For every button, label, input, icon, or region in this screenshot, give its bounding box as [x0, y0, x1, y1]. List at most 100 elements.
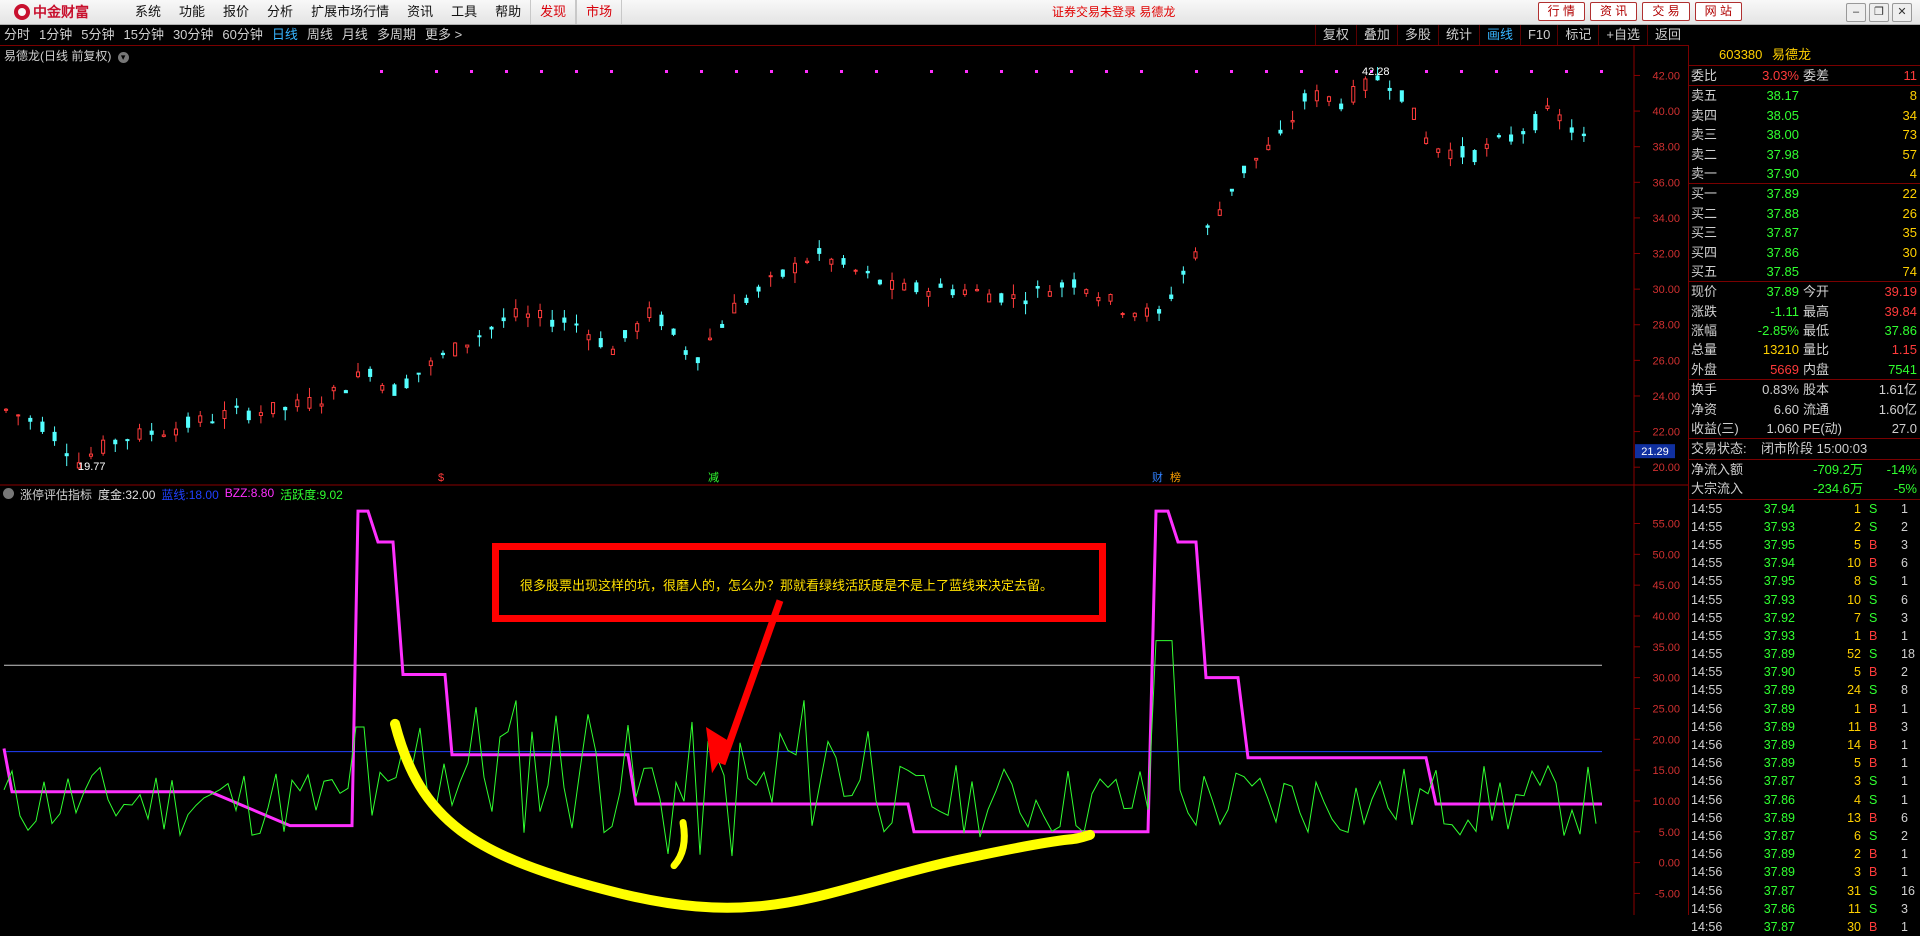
tick-count: 1: [1901, 701, 1908, 716]
quote-row: 卖四 38.05 34: [1689, 106, 1920, 125]
menu-item[interactable]: 扩展市场行情: [302, 0, 398, 24]
tick-time: 14:55: [1691, 592, 1723, 607]
candle-body: [1521, 131, 1526, 135]
restore-icon[interactable]: ❐: [1869, 3, 1889, 22]
menu-item-highlight[interactable]: 市场: [576, 0, 623, 24]
tick-price: 37.89: [1763, 738, 1795, 753]
quote-value-2: 74: [1902, 263, 1917, 279]
chart-tool-button[interactable]: 返回: [1646, 25, 1688, 45]
top-button[interactable]: 行 情: [1537, 2, 1585, 21]
candle-body: [1047, 291, 1052, 297]
tick-row: 14:55 37.92 7 S 3: [1689, 609, 1920, 627]
tick-side: B: [1869, 665, 1878, 680]
indicator-y-label: 20.00: [1652, 734, 1680, 746]
chart-tool-button[interactable]: 标记: [1557, 25, 1598, 45]
menu-item-highlight[interactable]: 发现: [530, 0, 577, 24]
menu-item[interactable]: 工具: [442, 0, 486, 24]
candle-body: [1059, 282, 1065, 288]
tick-side: S: [1869, 683, 1878, 698]
top-button[interactable]: 资 讯: [1589, 2, 1638, 21]
candle-body: [1569, 127, 1574, 133]
candle-body: [1351, 85, 1356, 103]
candle-body: [125, 439, 130, 442]
candle-body: [246, 410, 251, 421]
tick-side: B: [1869, 738, 1878, 753]
candle-body: [1472, 150, 1477, 163]
menu-item[interactable]: 功能: [170, 0, 214, 24]
chart-tool-button[interactable]: 叠加: [1355, 25, 1397, 45]
period-tab[interactable]: 月线: [342, 25, 368, 45]
tick-count: 1: [1901, 792, 1908, 807]
top-buttons: 行 情资 讯交 易网 站: [1537, 2, 1742, 21]
top-button[interactable]: 交 易: [1642, 2, 1690, 21]
quote-label: 涨跌: [1691, 303, 1718, 319]
menu-item[interactable]: 报价: [214, 0, 258, 24]
quote-label: 买四: [1691, 244, 1718, 260]
period-tab[interactable]: 分时: [4, 25, 30, 45]
period-tab[interactable]: 日线: [272, 25, 298, 45]
candle-body: [173, 428, 178, 436]
login-notice[interactable]: 证券交易未登录 易德龙: [1052, 0, 1175, 24]
period-tab[interactable]: 30分钟: [173, 25, 213, 45]
signal-dot: [965, 70, 968, 73]
webi-label: 委比: [1691, 68, 1718, 83]
menu-item[interactable]: 分析: [258, 0, 302, 24]
quote-label-2: 流通: [1803, 401, 1830, 417]
chart-tool-button[interactable]: 统计: [1437, 25, 1479, 45]
tick-volume: 2: [1854, 519, 1861, 534]
flow-value: -709.2万: [1813, 461, 1863, 477]
quote-row: 买五 37.85 74: [1689, 262, 1920, 281]
tick-time: 14:56: [1691, 828, 1723, 843]
candle-body: [538, 309, 543, 319]
candle-body: [1072, 279, 1077, 288]
low-label: 19.77: [78, 461, 106, 473]
menu-item[interactable]: 帮助: [486, 0, 530, 24]
period-tab[interactable]: 更多 >: [425, 25, 462, 45]
chart-tool-button[interactable]: 复权: [1314, 25, 1356, 45]
candle-body: [853, 269, 858, 272]
tick-price: 37.87: [1763, 828, 1795, 843]
candle-body: [1363, 78, 1368, 91]
menu-item[interactable]: 资讯: [398, 0, 442, 24]
chart-tool-button[interactable]: +自选: [1598, 25, 1647, 45]
indicator-collapse-icon[interactable]: [3, 488, 14, 499]
tick-volume: 5: [1854, 537, 1861, 552]
period-tab[interactable]: 60分钟: [222, 25, 262, 45]
flow-row: 净流入额 -709.2万 -14%: [1689, 460, 1920, 479]
chart-tool-button[interactable]: F10: [1519, 25, 1557, 45]
tick-volume: 7: [1854, 610, 1861, 625]
candle-body: [1448, 149, 1453, 160]
candle-body: [780, 269, 785, 277]
minimize-icon[interactable]: –: [1846, 3, 1866, 22]
period-tab[interactable]: 1分钟: [39, 25, 72, 45]
tick-list[interactable]: 14:55 37.94 1 S 1 14:55 37.93 2 S 2 14:55 37.95 5 B 3 1…: [1689, 500, 1920, 936]
chart-tool-button[interactable]: 画线: [1478, 25, 1520, 45]
tick-price: 37.89: [1763, 647, 1795, 662]
period-tab[interactable]: 多周期: [377, 25, 416, 45]
candle-body: [1533, 114, 1538, 131]
chart-tools: 复权 叠加 多股 统计 画线 F10 标记 +自选 返回: [1314, 25, 1688, 45]
indicator-params: 度金:32.00 蓝线:18.00 BZZ:8.80 活跃度:9.02: [98, 486, 343, 503]
tick-price: 37.94: [1763, 501, 1795, 516]
top-button[interactable]: 网 站: [1694, 2, 1742, 21]
candle-body: [88, 453, 94, 457]
event-mark: 财: [1152, 470, 1163, 484]
tick-row: 14:55 37.94 10 B 6: [1689, 554, 1920, 572]
period-tab[interactable]: 5分钟: [81, 25, 114, 45]
quote-row: 涨幅 -2.85% 最低 37.86: [1689, 321, 1920, 340]
quote-label: 卖三: [1691, 127, 1718, 143]
period-tab[interactable]: 15分钟: [123, 25, 163, 45]
quote-row: 外盘 5669 内盘 7541: [1689, 360, 1920, 379]
candle-body: [319, 403, 324, 407]
signal-dot: [470, 70, 473, 73]
bid-book: 买一 37.89 22 买二 37.88 26 买三 37.87 35 买四 37.86 30 买五 37…: [1689, 184, 1920, 283]
signal-dot: [700, 70, 703, 73]
menu-item[interactable]: 系统: [126, 0, 170, 24]
chart-tool-button[interactable]: 多股: [1396, 25, 1438, 45]
tick-row: 14:56 37.89 11 B 3: [1689, 718, 1920, 736]
period-tab[interactable]: 周线: [307, 25, 333, 45]
chart-area[interactable]: 42.00 40.00 38.00 36.00 34.00 32.00 30.00 28.00…: [0, 45, 1688, 915]
indicator-y-label: 45.00: [1652, 580, 1680, 592]
tick-price: 37.89: [1763, 683, 1795, 698]
close-icon[interactable]: ✕: [1892, 3, 1912, 22]
